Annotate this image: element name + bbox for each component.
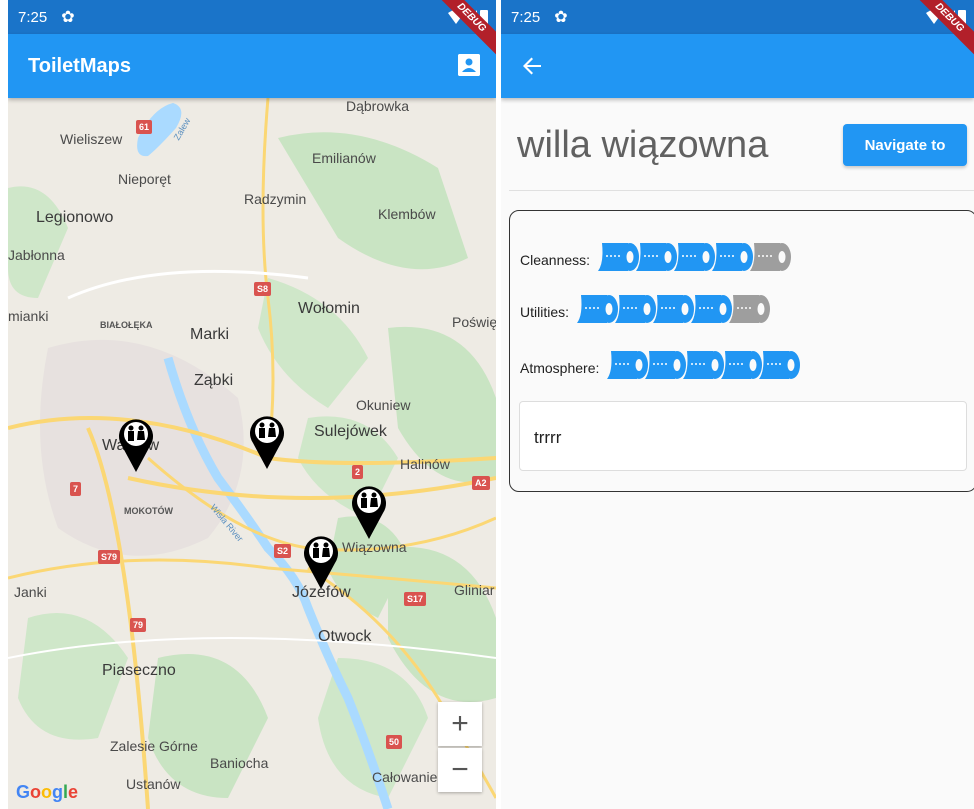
rating-label: Atmosphere: [520, 359, 600, 376]
road-shield: 2 [352, 465, 364, 479]
account-box-icon[interactable] [458, 54, 480, 76]
toilet-roll-icon[interactable] [750, 239, 794, 275]
status-bar: 7:25 ✿ [8, 0, 496, 34]
rating-label: Utilities: [520, 303, 570, 320]
rating-rolls[interactable] [577, 291, 771, 332]
detail-screen: 7:25 ✿ DEBUG willa wiązowna Navigate to … [501, 0, 974, 809]
app-title: ToiletMaps [28, 54, 131, 77]
road-shield: A2 [472, 476, 490, 490]
road-shield: S79 [98, 550, 121, 564]
toilet-roll-icon[interactable] [759, 347, 803, 383]
toilet-marker-icon[interactable] [117, 416, 155, 472]
map-label: Ustanów [126, 776, 181, 792]
rating-label: Cleanness: [520, 251, 591, 268]
map-view[interactable]: Dąbrowka Wieliszew Zalew Emilianów Niepo… [8, 98, 496, 809]
road-shield: S2 [274, 544, 292, 558]
toilet-marker-icon[interactable] [248, 413, 286, 469]
back-arrow-icon[interactable] [521, 55, 543, 77]
zoom-out-button[interactable]: − [438, 748, 482, 792]
map-label: MOKOTÓW [124, 506, 173, 516]
map-label: Nieporęt [118, 171, 171, 187]
rating-rolls[interactable] [598, 239, 792, 280]
map-label: Emilianów [312, 150, 376, 166]
map-label: Całowanie [372, 769, 438, 785]
rating-card: Cleanness: Utilities: Atmosphere: trrrr [509, 210, 974, 492]
map-label: Okuniew [356, 397, 411, 413]
map-label: Wiązowna [342, 539, 407, 555]
road-shield: S8 [254, 282, 272, 296]
map-label: Poświę [452, 314, 496, 330]
map-label: Dąbrowka [346, 98, 410, 114]
map-label: Marki [190, 326, 230, 343]
road-shield: S17 [404, 592, 427, 606]
map-label: mianki [8, 308, 49, 324]
navigate-button[interactable]: Navigate to [843, 124, 967, 166]
toilet-marker-icon[interactable] [302, 533, 340, 589]
map-label: Klembów [378, 206, 436, 222]
map-label: Ząbki [194, 372, 234, 389]
app-bar: ToiletMaps [8, 34, 496, 98]
divider [509, 190, 974, 191]
map-screen: 7:25 ✿ DEBUG ToiletMaps Dąbrowka Wielisz… [8, 0, 496, 809]
road-shield: 7 [70, 482, 82, 496]
gear-icon: ✿ [61, 9, 75, 26]
app-bar [501, 34, 974, 98]
road-shield: 61 [136, 120, 153, 134]
road-shield: 79 [130, 618, 147, 632]
place-name: willa wiązowna [517, 124, 769, 166]
map-label: Baniocha [210, 755, 269, 771]
road-shield: 50 [386, 735, 403, 749]
map-label: Radzymin [244, 191, 307, 207]
rating-row-cleanness: Cleanness: [520, 239, 792, 280]
zoom-in-button[interactable]: + [438, 702, 482, 746]
map-label: Sulejówek [314, 423, 387, 440]
status-time: 7:25 [511, 8, 541, 26]
map-label: Gliniar [454, 582, 495, 598]
rating-rolls[interactable] [607, 347, 801, 388]
status-time: 7:25 [18, 8, 48, 26]
map-label: Wołomin [298, 300, 360, 317]
map-label: Zalesie Górne [110, 738, 198, 754]
map-label: BIAŁOŁĘKA [100, 320, 153, 330]
toilet-marker-icon[interactable] [350, 483, 388, 539]
map-label: Halinów [400, 456, 450, 472]
toilet-roll-icon[interactable] [729, 291, 773, 327]
map-label: Janki [14, 584, 47, 600]
map-label: Wieliszew [60, 131, 123, 147]
rating-row-utilities: Utilities: [520, 291, 771, 332]
rating-row-atmosphere: Atmosphere: [520, 347, 801, 388]
map-label: Otwock [318, 628, 372, 645]
gear-icon: ✿ [554, 9, 568, 26]
google-logo: Google [16, 782, 79, 802]
map-label: Legionowo [36, 209, 114, 226]
status-bar: 7:25 ✿ [501, 0, 974, 34]
map-label: Jabłonna [8, 247, 65, 263]
comment-text: trrrr [519, 401, 967, 471]
map-label: Piaseczno [102, 662, 176, 679]
